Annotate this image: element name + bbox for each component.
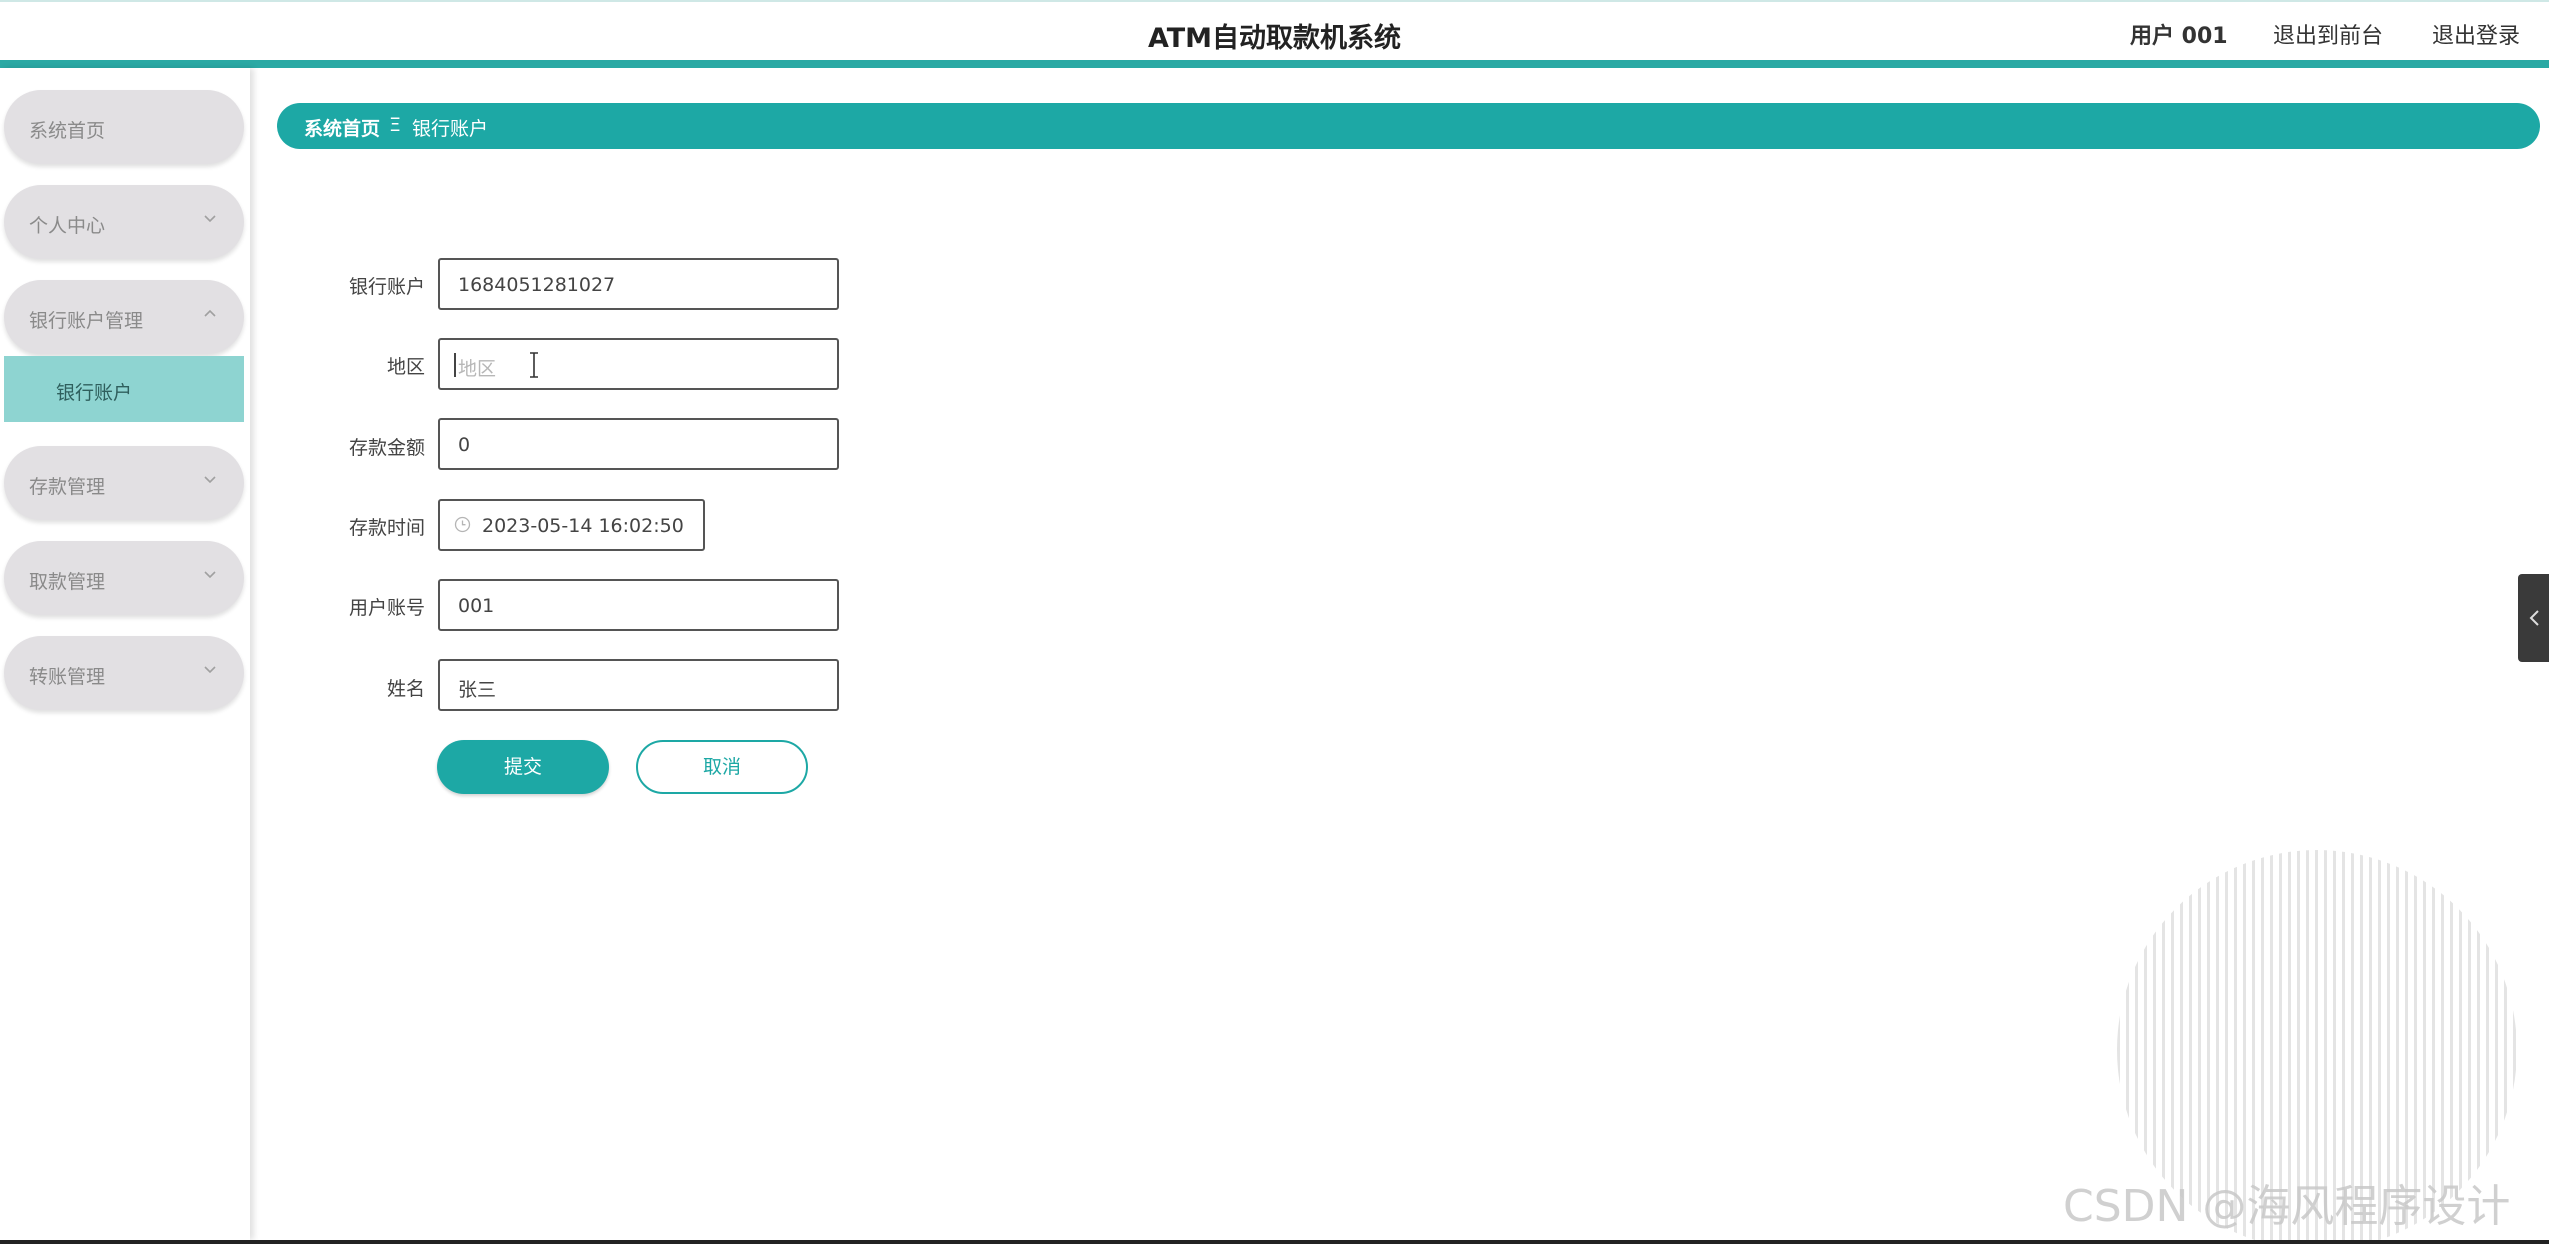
sidebar-subitem-label: 银行账户: [56, 382, 133, 404]
breadcrumb: 系统首页 Ξ 银行账户: [277, 103, 2540, 149]
chevron-down-icon: [204, 571, 216, 579]
name-label: 姓名: [386, 678, 425, 700]
user-account-value: 001: [458, 595, 495, 617]
text-cursor-icon: [530, 352, 538, 378]
deposit-time-picker[interactable]: 2023-05-14 16:02:50: [438, 499, 705, 551]
sidebar-item-deposit-management[interactable]: 存款管理: [4, 446, 244, 520]
current-user: 用户 001: [2130, 24, 2228, 49]
region-field[interactable]: 地区: [438, 338, 839, 390]
breadcrumb-separator: Ξ: [389, 114, 402, 136]
sidebar-item-label: 系统首页: [29, 120, 106, 142]
region-placeholder: 地区: [458, 358, 497, 380]
sidebar-item-label: 个人中心: [29, 215, 106, 237]
amount-label: 存款金额: [348, 437, 425, 459]
deposit-time-value: 2023-05-14 16:02:50: [482, 515, 684, 537]
sidebar-item-transfer-management[interactable]: 转账管理: [4, 636, 244, 710]
user-account-label: 用户账号: [348, 597, 425, 619]
text-caret: [454, 353, 456, 377]
sidebar-item-label: 转账管理: [29, 666, 106, 688]
chevron-down-icon: [204, 215, 216, 223]
account-label: 银行账户: [348, 276, 425, 298]
sidebar-subitem-bank-account[interactable]: 银行账户: [4, 356, 244, 422]
sidebar-item-label: 存款管理: [29, 476, 106, 498]
time-label: 存款时间: [348, 517, 425, 539]
account-value: 1684051281027: [458, 274, 616, 296]
sidebar-item-label: 银行账户管理: [29, 310, 144, 332]
exit-to-frontend-link[interactable]: 退出到前台: [2273, 18, 2383, 50]
account-field[interactable]: 1684051281027: [438, 258, 839, 310]
chevron-up-icon: [204, 309, 216, 317]
clock-icon: [454, 516, 471, 533]
chevron-down-icon: [204, 666, 216, 674]
chevron-left-icon: [2529, 610, 2539, 626]
sidebar-item-home[interactable]: 系统首页: [4, 90, 244, 164]
breadcrumb-current: 银行账户: [412, 118, 489, 140]
sidebar-item-withdrawal-management[interactable]: 取款管理: [4, 541, 244, 615]
submit-button[interactable]: 提交: [437, 740, 609, 794]
chevron-down-icon: [204, 476, 216, 484]
amount-field[interactable]: 0: [438, 418, 839, 470]
breadcrumb-home-link[interactable]: 系统首页: [304, 114, 380, 141]
top-header: ATM自动取款机系统 用户 001 退出到前台 退出登录: [0, 0, 2549, 60]
sidebar-item-label: 取款管理: [29, 571, 106, 593]
bottom-border: [0, 1240, 2549, 1244]
amount-value: 0: [458, 434, 471, 456]
user-account-field[interactable]: 001: [438, 579, 839, 631]
sidebar: 系统首页 个人中心 银行账户管理 银行账户 存款管理 取款管理 转账管理: [0, 68, 250, 1240]
sidebar-item-bank-account-management[interactable]: 银行账户管理: [4, 280, 244, 354]
side-panel-toggle[interactable]: [2518, 574, 2549, 662]
csdn-watermark: CSDN @海风程序设计: [2063, 1181, 2511, 1232]
region-label: 地区: [386, 356, 425, 378]
stripe: [2513, 850, 2516, 1240]
header-accent-strip: [0, 60, 2549, 68]
cancel-button[interactable]: 取消: [636, 740, 808, 794]
logout-link[interactable]: 退出登录: [2432, 18, 2520, 50]
name-value: 张三: [458, 679, 497, 701]
sidebar-item-personal-center[interactable]: 个人中心: [4, 185, 244, 259]
name-field[interactable]: 张三: [438, 659, 839, 711]
